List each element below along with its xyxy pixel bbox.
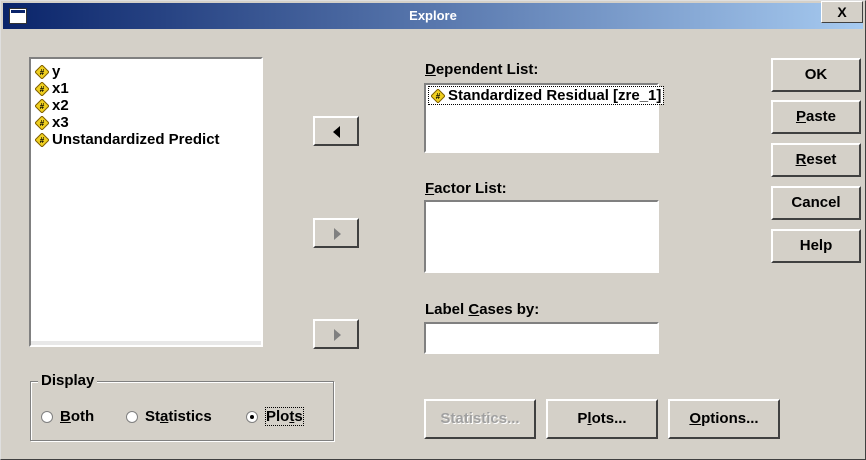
svg-text:#: # xyxy=(436,92,441,101)
scale-variable-icon: # xyxy=(35,81,49,96)
variable-list-item[interactable]: # y xyxy=(35,63,258,80)
arrow-right-icon xyxy=(334,329,341,341)
label-cases-field[interactable] xyxy=(424,322,659,354)
display-group-label: Display xyxy=(38,372,98,389)
cancel-button[interactable]: Cancel xyxy=(771,186,861,220)
scale-variable-icon: # xyxy=(431,88,445,103)
variable-name: x3 xyxy=(52,114,69,131)
move-label-button[interactable] xyxy=(313,319,359,349)
svg-text:#: # xyxy=(40,68,45,77)
reset-button[interactable]: Reset xyxy=(771,143,861,177)
scale-variable-icon: # xyxy=(35,115,49,130)
statistics-button[interactable]: Statistics... xyxy=(424,399,536,439)
factor-list[interactable] xyxy=(424,200,659,273)
display-plots-label[interactable]: Plots xyxy=(265,407,304,426)
source-variable-list[interactable]: # y # x1 # x2 # x3 # Unstandardized Predict xyxy=(29,57,263,347)
horizontal-scrollbar[interactable] xyxy=(31,341,261,345)
window-title: Explore xyxy=(409,8,457,23)
display-plots-radio[interactable] xyxy=(246,411,258,423)
display-statistics-radio[interactable] xyxy=(126,411,138,423)
options-button[interactable]: Options... xyxy=(668,399,780,439)
variable-list-item[interactable]: # x2 xyxy=(35,97,258,114)
display-both-label[interactable]: Both xyxy=(60,408,94,425)
variable-name: y xyxy=(52,63,61,80)
scale-variable-icon: # xyxy=(35,64,49,79)
label-cases-label: Label Cases by: xyxy=(425,301,540,318)
close-icon: X xyxy=(837,4,847,20)
svg-text:#: # xyxy=(40,136,45,145)
arrow-right-icon xyxy=(334,228,341,240)
variable-list-item[interactable]: # x1 xyxy=(35,80,258,97)
plots-button[interactable]: Plots... xyxy=(546,399,658,439)
variable-name: Unstandardized Predict xyxy=(52,131,220,148)
ok-button[interactable]: OK xyxy=(771,58,861,92)
variable-name: x2 xyxy=(52,97,69,114)
variable-name: x1 xyxy=(52,80,69,97)
display-statistics-label[interactable]: Statistics xyxy=(145,408,212,425)
factor-list-label: Factor List: xyxy=(425,180,507,197)
help-button[interactable]: Help xyxy=(771,229,861,263)
svg-text:#: # xyxy=(40,102,45,111)
svg-text:#: # xyxy=(40,119,45,128)
close-button[interactable]: X xyxy=(821,1,863,23)
scale-variable-icon: # xyxy=(35,98,49,113)
scale-variable-icon: # xyxy=(35,132,49,147)
move-dependent-button[interactable] xyxy=(313,116,359,146)
dependent-list-item[interactable]: # Standardized Residual [zre_1] xyxy=(427,86,665,105)
arrow-left-icon xyxy=(333,126,340,138)
svg-text:#: # xyxy=(40,85,45,94)
dependent-list[interactable]: # Standardized Residual [zre_1] xyxy=(424,83,665,153)
paste-button[interactable]: Paste xyxy=(771,100,861,134)
title-bar[interactable]: Explore X xyxy=(3,1,863,29)
move-factor-button[interactable] xyxy=(313,218,359,248)
variable-list-item[interactable]: # x3 xyxy=(35,114,258,131)
dependent-list-label: Dependent List: xyxy=(425,61,539,78)
display-both-radio[interactable] xyxy=(41,411,53,423)
variable-list-item[interactable]: # Unstandardized Predict xyxy=(35,131,258,148)
